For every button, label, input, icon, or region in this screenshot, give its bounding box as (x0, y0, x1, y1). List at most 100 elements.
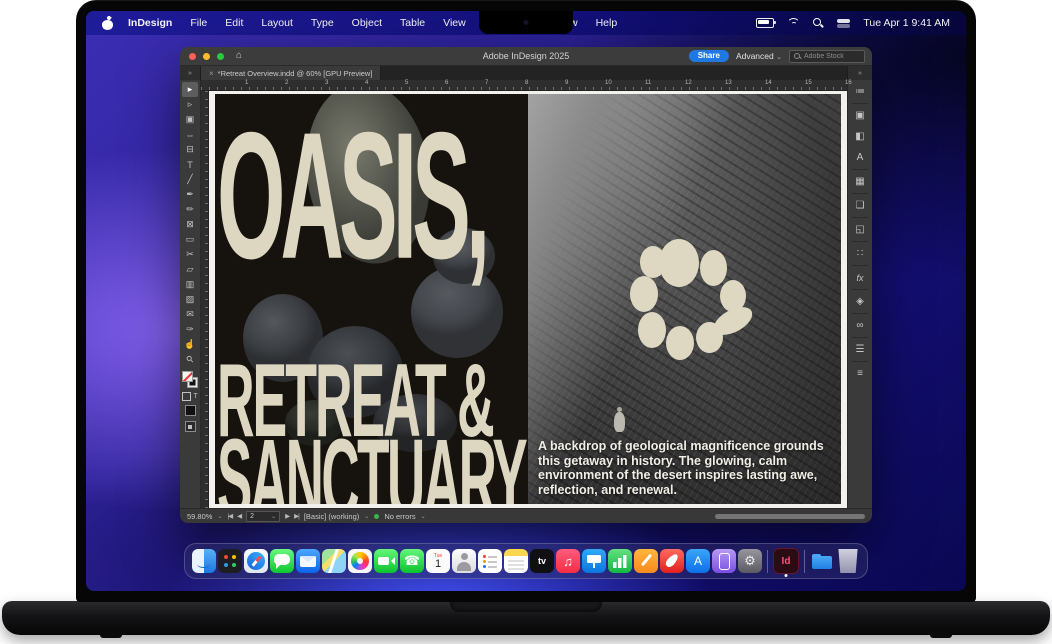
object-styles-panel[interactable]: ◈ (850, 291, 870, 312)
menu-object[interactable]: Object (343, 11, 391, 35)
close-window-button[interactable] (189, 53, 196, 60)
wifi-icon[interactable] (787, 18, 800, 28)
dock-item-facetime[interactable] (374, 549, 398, 573)
zoom-tool[interactable]: ⚲ (182, 352, 198, 367)
line-tool[interactable]: ╱ (182, 172, 198, 187)
dock-item-maps[interactable] (322, 549, 346, 573)
workspace-switcher[interactable]: Advanced ⌄ (736, 51, 782, 61)
frame-tool[interactable]: ⊠ (182, 217, 198, 232)
note-tool[interactable]: ✉ (182, 307, 198, 322)
dock-item-music[interactable]: ♫ (556, 549, 580, 573)
battery-icon[interactable] (756, 18, 774, 28)
gradient-feather-tool[interactable]: ▨ (182, 292, 198, 307)
chevron-down-icon[interactable]: ⌄ (421, 513, 426, 520)
dock-item-contacts[interactable] (452, 549, 476, 573)
pen-tool[interactable]: ✒ (182, 187, 198, 202)
dock-item-trash[interactable] (836, 549, 860, 573)
next-page-button[interactable]: ▶ (285, 512, 289, 520)
dock-item-downloads[interactable] (810, 549, 834, 573)
preflight-links-panel[interactable]: ∞ (850, 315, 870, 336)
pencil-tool[interactable]: ✏ (182, 202, 198, 217)
stroke-panel[interactable]: ☰ (850, 339, 870, 360)
dock-item-phone[interactable]: ☎ (400, 549, 424, 573)
dock-item-notes[interactable] (504, 549, 528, 573)
align-panel[interactable]: ∷ (850, 243, 870, 264)
dock-item-indesign[interactable]: Id (773, 548, 799, 574)
toolbar-collapse-chevrons[interactable]: » (180, 66, 201, 80)
layers-overview-panel[interactable]: ❏ (850, 195, 870, 216)
document-tab[interactable]: × *Retreat Overview.indd @ 60% [GPU Prev… (201, 66, 381, 80)
eyedropper-tool[interactable]: ✑ (182, 322, 198, 337)
menu-edit[interactable]: Edit (216, 11, 252, 35)
gradient-tool[interactable]: ▥ (182, 277, 198, 292)
dock-item-pages[interactable] (634, 549, 658, 573)
dock-item-launchpad[interactable] (218, 549, 242, 573)
menu-file[interactable]: File (181, 11, 216, 35)
dock-item-finder[interactable] (192, 549, 216, 573)
screen-mode-button[interactable] (185, 421, 196, 432)
zoom-level[interactable]: 59.80% (187, 512, 212, 521)
dock-item-keynote[interactable] (582, 549, 606, 573)
apply-color-button[interactable] (185, 405, 196, 416)
dock-item-app-store[interactable]: A (686, 549, 710, 573)
dock-item-calendar[interactable]: Tue1 (426, 549, 450, 573)
minimize-window-button[interactable] (203, 53, 210, 60)
chevron-down-icon[interactable]: ⌄ (364, 513, 369, 520)
menu-view[interactable]: View (434, 11, 475, 35)
dock-item-reminders[interactable] (478, 549, 502, 573)
formatting-affects-text-button[interactable]: T (193, 393, 197, 400)
selection-tool[interactable]: ▸ (182, 82, 198, 97)
horizontal-scrollbar[interactable] (715, 514, 865, 519)
page-tool[interactable]: ▣ (182, 112, 198, 127)
control-center-icon[interactable] (837, 19, 850, 28)
spotlight-search-icon[interactable] (813, 18, 824, 29)
gradient-panel[interactable]: ≡ (850, 363, 870, 384)
dock-item-safari[interactable] (244, 549, 268, 573)
last-page-button[interactable]: ▶| (294, 512, 299, 520)
first-page-button[interactable]: |◀ (227, 512, 232, 520)
effects-panel[interactable]: fx (850, 267, 870, 288)
pages-panel[interactable]: ◧ (850, 126, 870, 147)
chevron-down-icon[interactable]: ⌄ (217, 513, 222, 520)
page-number-field[interactable]: 2 ⌄ (246, 511, 280, 522)
paragraph-styles-panel[interactable]: A (850, 147, 870, 168)
dock-item-settings[interactable]: ⚙ (738, 549, 762, 573)
share-button[interactable]: Share (689, 50, 729, 62)
menu-bar-clock[interactable]: Tue Apr 1 9:41 AM (863, 17, 950, 29)
dock-item-iphone-mirroring[interactable] (712, 549, 736, 573)
menu-indesign[interactable]: InDesign (119, 11, 181, 35)
adobe-stock-search-input[interactable]: Adobe Stock (789, 50, 865, 63)
scissors-tool[interactable]: ✂ (182, 247, 198, 262)
right-page[interactable]: A backdrop of geological magnificence gr… (528, 94, 841, 504)
dock-item-tv[interactable]: tv (530, 549, 554, 573)
panel-collapse-chevrons[interactable]: » (847, 66, 872, 80)
menu-help[interactable]: Help (587, 11, 627, 35)
left-page[interactable]: OASIS, RETREAT & SANCTUARY (215, 94, 528, 504)
close-tab-icon[interactable]: × (209, 69, 214, 78)
fill-swatch[interactable] (182, 371, 193, 382)
dock-item-mail[interactable] (296, 549, 320, 573)
links-panel[interactable]: ◱ (850, 219, 870, 240)
content-collector-tool[interactable]: ⊟ (182, 142, 198, 157)
gap-tool[interactable]: ⇔ (182, 127, 198, 142)
properties-panel[interactable]: ≔ (850, 81, 870, 102)
previous-page-button[interactable]: ◀ (237, 512, 241, 520)
hand-tool[interactable]: ☝ (182, 337, 198, 352)
type-tool[interactable]: T (182, 157, 198, 172)
swatches-panel[interactable]: ▦ (850, 171, 870, 192)
preflight-profile[interactable]: [Basic] (working) (304, 512, 359, 521)
fill-stroke-swatches[interactable] (182, 371, 198, 389)
menu-table[interactable]: Table (391, 11, 434, 35)
dock-item-rocket[interactable] (660, 549, 684, 573)
zoom-window-button[interactable] (217, 53, 224, 60)
rectangle-tool[interactable]: ▭ (182, 232, 198, 247)
dock-item-messages[interactable] (270, 549, 294, 573)
dock-item-photos[interactable] (348, 549, 372, 573)
home-icon[interactable]: ⌂ (236, 47, 242, 65)
menu-type[interactable]: Type (302, 11, 343, 35)
direct-selection-tool[interactable]: ▹ (182, 97, 198, 112)
formatting-affects-container-button[interactable] (182, 392, 191, 401)
dock-item-numbers[interactable] (608, 549, 632, 573)
cc-libraries-panel[interactable]: ▣ (850, 105, 870, 126)
menu-layout[interactable]: Layout (252, 11, 302, 35)
